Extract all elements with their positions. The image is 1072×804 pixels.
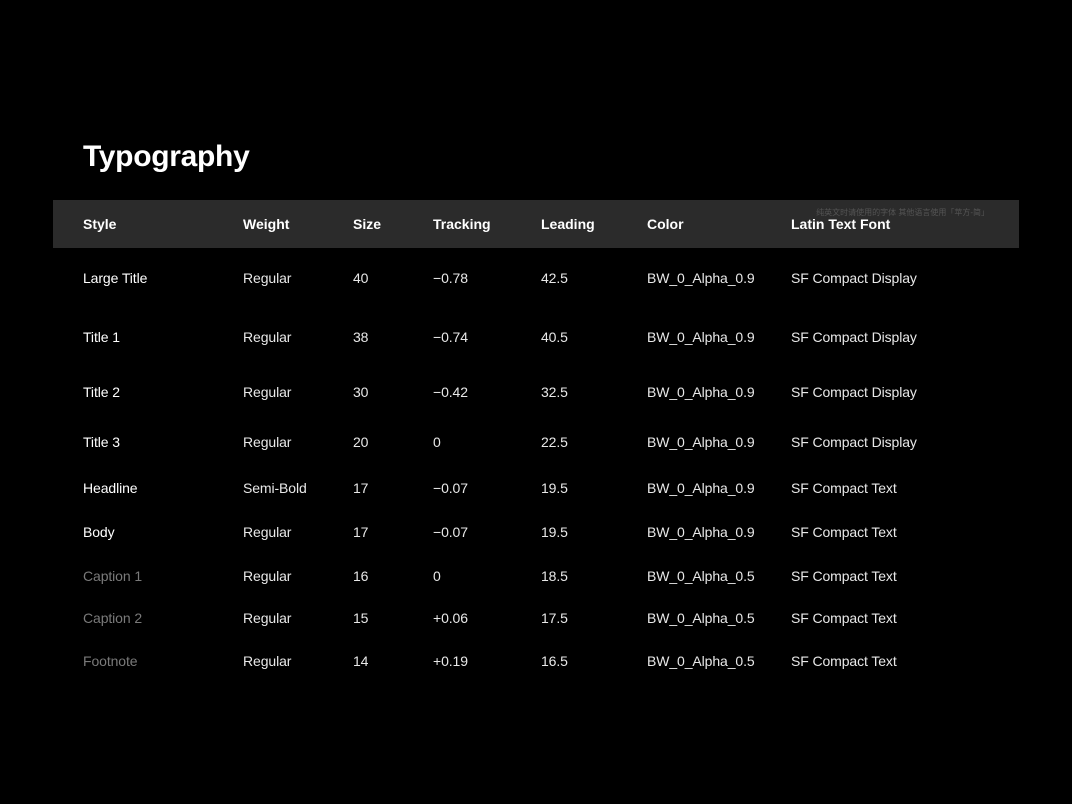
cell-font: SF Compact Text (791, 568, 991, 584)
cell-size: 20 (353, 434, 433, 450)
header-leading: Leading (541, 216, 647, 232)
cell-tracking: +0.19 (433, 653, 541, 669)
cell-color: BW_0_Alpha_0.5 (647, 653, 791, 669)
cell-style: Title 1 (53, 329, 243, 345)
table-header: Style Weight Size Tracking Leading Color… (53, 200, 1019, 248)
cell-font: SF Compact Text (791, 524, 991, 540)
cell-tracking: −0.07 (433, 480, 541, 496)
cell-color: BW_0_Alpha_0.9 (647, 384, 791, 400)
table-row: Caption 1Regular16018.5BW_0_Alpha_0.5SF … (53, 554, 1019, 597)
cell-leading: 17.5 (541, 610, 647, 626)
table-row: FootnoteRegular14+0.1916.5BW_0_Alpha_0.5… (53, 639, 1019, 683)
table-row: BodyRegular17−0.0719.5BW_0_Alpha_0.9SF C… (53, 510, 1019, 554)
header-note: 纯英文时请使用的字体 其他语言使用「苹方-简」 (816, 208, 989, 218)
table-row: Caption 2Regular15+0.0617.5BW_0_Alpha_0.… (53, 597, 1019, 639)
header-color: Color (647, 216, 791, 232)
cell-font: SF Compact Text (791, 610, 991, 626)
table-row: Title 2Regular30−0.4232.5BW_0_Alpha_0.9S… (53, 366, 1019, 418)
cell-tracking: −0.07 (433, 524, 541, 540)
cell-color: BW_0_Alpha_0.9 (647, 270, 791, 286)
cell-font: SF Compact Text (791, 653, 991, 669)
cell-style: Title 3 (53, 434, 243, 450)
header-font: Latin Text Font (791, 216, 991, 232)
cell-leading: 22.5 (541, 434, 647, 450)
cell-color: BW_0_Alpha_0.9 (647, 524, 791, 540)
cell-size: 17 (353, 524, 433, 540)
cell-color: BW_0_Alpha_0.9 (647, 480, 791, 496)
page-title: Typography (83, 140, 1019, 174)
cell-weight: Regular (243, 434, 353, 450)
table-row: Title 1Regular38−0.7440.5BW_0_Alpha_0.9S… (53, 307, 1019, 366)
typography-spec: Typography Style Weight Size Tracking Le… (0, 0, 1072, 683)
cell-size: 38 (353, 329, 433, 345)
cell-style: Caption 1 (53, 568, 243, 584)
cell-leading: 42.5 (541, 270, 647, 286)
cell-weight: Regular (243, 384, 353, 400)
cell-font: SF Compact Display (791, 384, 991, 400)
header-style: Style (53, 216, 243, 232)
table-row: Large TitleRegular40−0.7842.5BW_0_Alpha_… (53, 248, 1019, 307)
cell-leading: 18.5 (541, 568, 647, 584)
cell-color: BW_0_Alpha_0.9 (647, 329, 791, 345)
cell-tracking: −0.42 (433, 384, 541, 400)
cell-tracking: 0 (433, 568, 541, 584)
cell-size: 30 (353, 384, 433, 400)
typography-table: Style Weight Size Tracking Leading Color… (53, 200, 1019, 683)
cell-font: SF Compact Display (791, 434, 991, 450)
cell-style: Title 2 (53, 384, 243, 400)
cell-tracking: −0.78 (433, 270, 541, 286)
header-tracking: Tracking (433, 216, 541, 232)
cell-tracking: 0 (433, 434, 541, 450)
cell-weight: Regular (243, 610, 353, 626)
cell-style: Headline (53, 480, 243, 496)
cell-style: Footnote (53, 653, 243, 669)
cell-weight: Regular (243, 568, 353, 584)
cell-weight: Regular (243, 653, 353, 669)
cell-tracking: −0.74 (433, 329, 541, 345)
cell-leading: 19.5 (541, 524, 647, 540)
cell-font: SF Compact Text (791, 480, 991, 496)
cell-tracking: +0.06 (433, 610, 541, 626)
cell-leading: 40.5 (541, 329, 647, 345)
cell-leading: 32.5 (541, 384, 647, 400)
cell-size: 14 (353, 653, 433, 669)
cell-leading: 16.5 (541, 653, 647, 669)
cell-size: 15 (353, 610, 433, 626)
header-weight: Weight (243, 216, 353, 232)
cell-color: BW_0_Alpha_0.5 (647, 610, 791, 626)
cell-weight: Regular (243, 524, 353, 540)
header-size: Size (353, 216, 433, 232)
cell-weight: Regular (243, 270, 353, 286)
cell-leading: 19.5 (541, 480, 647, 496)
cell-weight: Semi-Bold (243, 480, 353, 496)
table-row: HeadlineSemi-Bold17−0.0719.5BW_0_Alpha_0… (53, 466, 1019, 510)
cell-font: SF Compact Display (791, 329, 991, 345)
table-row: Title 3Regular20022.5BW_0_Alpha_0.9SF Co… (53, 418, 1019, 466)
cell-style: Caption 2 (53, 610, 243, 626)
cell-style: Body (53, 524, 243, 540)
cell-style: Large Title (53, 270, 243, 286)
cell-size: 16 (353, 568, 433, 584)
cell-size: 17 (353, 480, 433, 496)
cell-color: BW_0_Alpha_0.9 (647, 434, 791, 450)
cell-font: SF Compact Display (791, 270, 991, 286)
cell-size: 40 (353, 270, 433, 286)
cell-color: BW_0_Alpha_0.5 (647, 568, 791, 584)
cell-weight: Regular (243, 329, 353, 345)
table-body: Large TitleRegular40−0.7842.5BW_0_Alpha_… (53, 248, 1019, 683)
